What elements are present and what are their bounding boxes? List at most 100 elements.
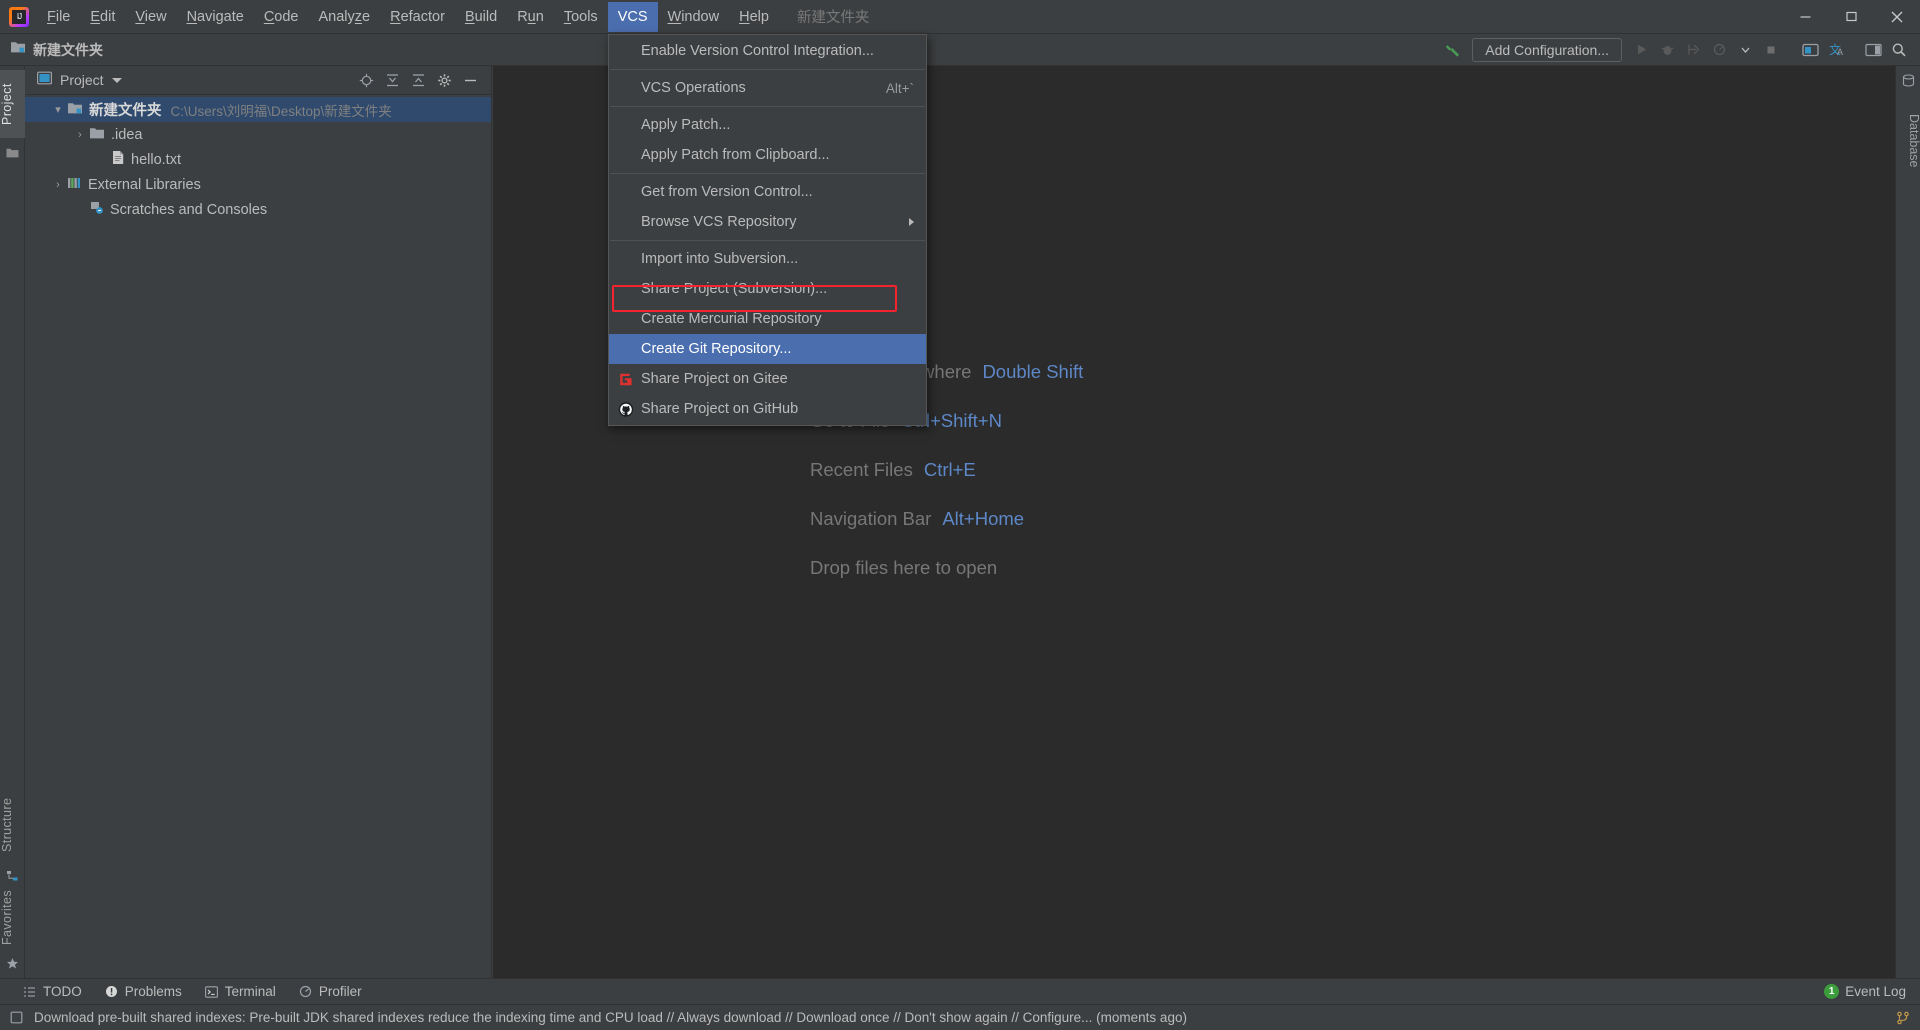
breadcrumb[interactable]: 新建文件夹 xyxy=(10,40,103,60)
chevron-right-icon[interactable]: › xyxy=(51,179,65,191)
menu-analyze[interactable]: Analyze xyxy=(309,2,381,32)
menu-file[interactable]: File xyxy=(37,2,80,32)
menu-separator xyxy=(610,173,925,174)
collapse-all-icon[interactable] xyxy=(405,68,431,92)
hint-label: Drop files here to open xyxy=(810,556,998,578)
menu-item-enable-version-control[interactable]: Enable Version Control Integration... xyxy=(609,36,926,66)
menu-tools[interactable]: Tools xyxy=(554,2,608,32)
search-icon[interactable] xyxy=(1886,37,1912,63)
menu-item-create-mercurial-repository[interactable]: Create Mercurial Repository xyxy=(609,304,926,334)
menu-item-label: Apply Patch from Clipboard... xyxy=(641,147,830,163)
menu-item-share-project-on-gitee[interactable]: Share Project on Gitee xyxy=(609,364,926,394)
hint-label: Navigation Bar xyxy=(810,507,932,529)
menu-item-label: Create Mercurial Repository xyxy=(641,311,822,327)
expand-all-icon[interactable] xyxy=(379,68,405,92)
bottom-tab-problems[interactable]: Problems xyxy=(104,984,182,999)
bottom-tab-profiler[interactable]: Profiler xyxy=(298,984,362,999)
bottom-tab-label: TODO xyxy=(43,984,82,999)
sidebar-item-structure[interactable]: Structure xyxy=(0,782,25,868)
menu-refactor[interactable]: Refactor xyxy=(380,2,455,32)
menu-item-share-project-subversion[interactable]: Share Project (Subversion)... xyxy=(609,274,926,304)
status-bar: Download pre-built shared indexes: Pre-b… xyxy=(0,1004,1920,1030)
menu-item-vcs-operations[interactable]: VCS Operations Alt+` xyxy=(609,73,926,103)
chevron-down-icon[interactable] xyxy=(111,77,122,83)
menu-view[interactable]: View xyxy=(125,2,176,32)
menu-item-apply-patch-from-clipboard[interactable]: Apply Patch from Clipboard... xyxy=(609,140,926,170)
no-icon xyxy=(617,117,634,134)
menu-separator xyxy=(610,69,925,70)
menu-build[interactable]: Build xyxy=(455,2,507,32)
folder-icon[interactable] xyxy=(6,146,19,159)
no-icon xyxy=(617,214,634,231)
chevron-right-icon[interactable]: › xyxy=(73,129,87,141)
tree-row-project-root[interactable]: ▾ 新建文件夹 C:\Users\刘明福\Desktop\新建文件夹 xyxy=(25,97,491,122)
bottom-tool-window-bar: TODO Problems Terminal Profiler 1 Event … xyxy=(0,978,1920,1004)
build-hammer-icon[interactable] xyxy=(1440,37,1466,63)
hint-label: Recent Files xyxy=(810,458,913,480)
ide-updates-icon[interactable] xyxy=(1798,37,1824,63)
select-opened-file-icon[interactable] xyxy=(353,68,379,92)
chevron-down-icon[interactable]: ▾ xyxy=(51,103,65,116)
svg-text:A: A xyxy=(1837,47,1843,57)
debug-icon[interactable] xyxy=(1654,37,1680,63)
menu-item-create-git-repository[interactable]: Create Git Repository... xyxy=(609,334,926,364)
run-icon[interactable] xyxy=(1628,37,1654,63)
menu-item-import-into-subversion[interactable]: Import into Subversion... xyxy=(609,244,926,274)
module-folder-icon xyxy=(10,40,26,59)
chevron-down-icon[interactable] xyxy=(1732,37,1758,63)
vcs-dropdown-menu: Enable Version Control Integration... VC… xyxy=(608,34,927,426)
stop-icon[interactable] xyxy=(1758,37,1784,63)
run-with-coverage-icon[interactable] xyxy=(1680,37,1706,63)
no-icon xyxy=(617,281,634,298)
event-log-label: Event Log xyxy=(1845,984,1906,999)
bottom-tab-terminal[interactable]: Terminal xyxy=(204,984,276,999)
status-message[interactable]: Download pre-built shared indexes: Pre-b… xyxy=(34,1010,1187,1025)
gear-icon[interactable] xyxy=(431,68,457,92)
maximize-icon[interactable] xyxy=(1828,0,1874,34)
menu-item-label: Import into Subversion... xyxy=(641,251,799,267)
memory-indicator-icon[interactable] xyxy=(9,1010,24,1025)
menu-item-share-project-on-github[interactable]: Share Project on GitHub xyxy=(609,394,926,424)
sidebar-item-project[interactable]: Project xyxy=(0,70,25,138)
menu-edit[interactable]: Edit xyxy=(80,2,125,32)
menu-help[interactable]: Help xyxy=(729,2,779,32)
star-icon[interactable] xyxy=(6,957,19,970)
tree-row-external-libraries[interactable]: › External Libraries xyxy=(25,172,491,197)
sidebar-item-database[interactable]: Database xyxy=(1896,96,1920,186)
tree-row-scratches-consoles[interactable]: Scratches and Consoles xyxy=(25,197,491,222)
menu-item-label: Get from Version Control... xyxy=(641,184,813,200)
project-panel-header: Project xyxy=(25,66,491,95)
no-icon xyxy=(617,311,634,328)
menu-item-label: Share Project on GitHub xyxy=(641,401,799,417)
sidebar-item-favorites[interactable]: Favorites xyxy=(0,878,25,956)
translate-icon[interactable]: 文 A xyxy=(1824,37,1850,63)
tree-row-idea[interactable]: › .idea xyxy=(25,122,491,147)
minimize-icon[interactable] xyxy=(1782,0,1828,34)
toggle-layout-icon[interactable] xyxy=(1860,37,1886,63)
menu-run[interactable]: Run xyxy=(507,2,554,32)
menu-code[interactable]: Code xyxy=(254,2,309,32)
bottom-tab-label: Profiler xyxy=(318,984,362,999)
tree-row-hello-txt[interactable]: hello.txt xyxy=(25,147,491,172)
menu-vcs[interactable]: VCS xyxy=(607,1,658,32)
menu-item-apply-patch[interactable]: Apply Patch... xyxy=(609,110,926,140)
submenu-arrow-icon xyxy=(909,218,914,226)
menu-item-label: Create Git Repository... xyxy=(641,341,792,357)
scratches-icon xyxy=(89,200,104,219)
menu-navigate[interactable]: Navigate xyxy=(177,2,254,32)
event-log-button[interactable]: 1 Event Log xyxy=(1824,984,1906,999)
menu-item-get-from-version-control[interactable]: Get from Version Control... xyxy=(609,177,926,207)
database-icon[interactable] xyxy=(1902,74,1915,87)
module-folder-icon xyxy=(67,101,83,119)
profile-icon[interactable] xyxy=(1706,37,1732,63)
terminal-icon xyxy=(204,984,219,999)
bottom-tab-todo[interactable]: TODO xyxy=(22,984,82,999)
menu-item-label: Apply Patch... xyxy=(641,117,731,133)
close-icon[interactable] xyxy=(1874,0,1920,34)
menu-item-browse-vcs-repository[interactable]: Browse VCS Repository xyxy=(609,207,926,237)
add-configuration-button[interactable]: Add Configuration... xyxy=(1472,37,1622,62)
hide-icon[interactable] xyxy=(457,68,483,92)
run-toolbar: Add Configuration... 文 A xyxy=(1440,37,1920,63)
git-branch-icon[interactable] xyxy=(1896,1011,1910,1025)
menu-window[interactable]: Window xyxy=(658,2,730,32)
